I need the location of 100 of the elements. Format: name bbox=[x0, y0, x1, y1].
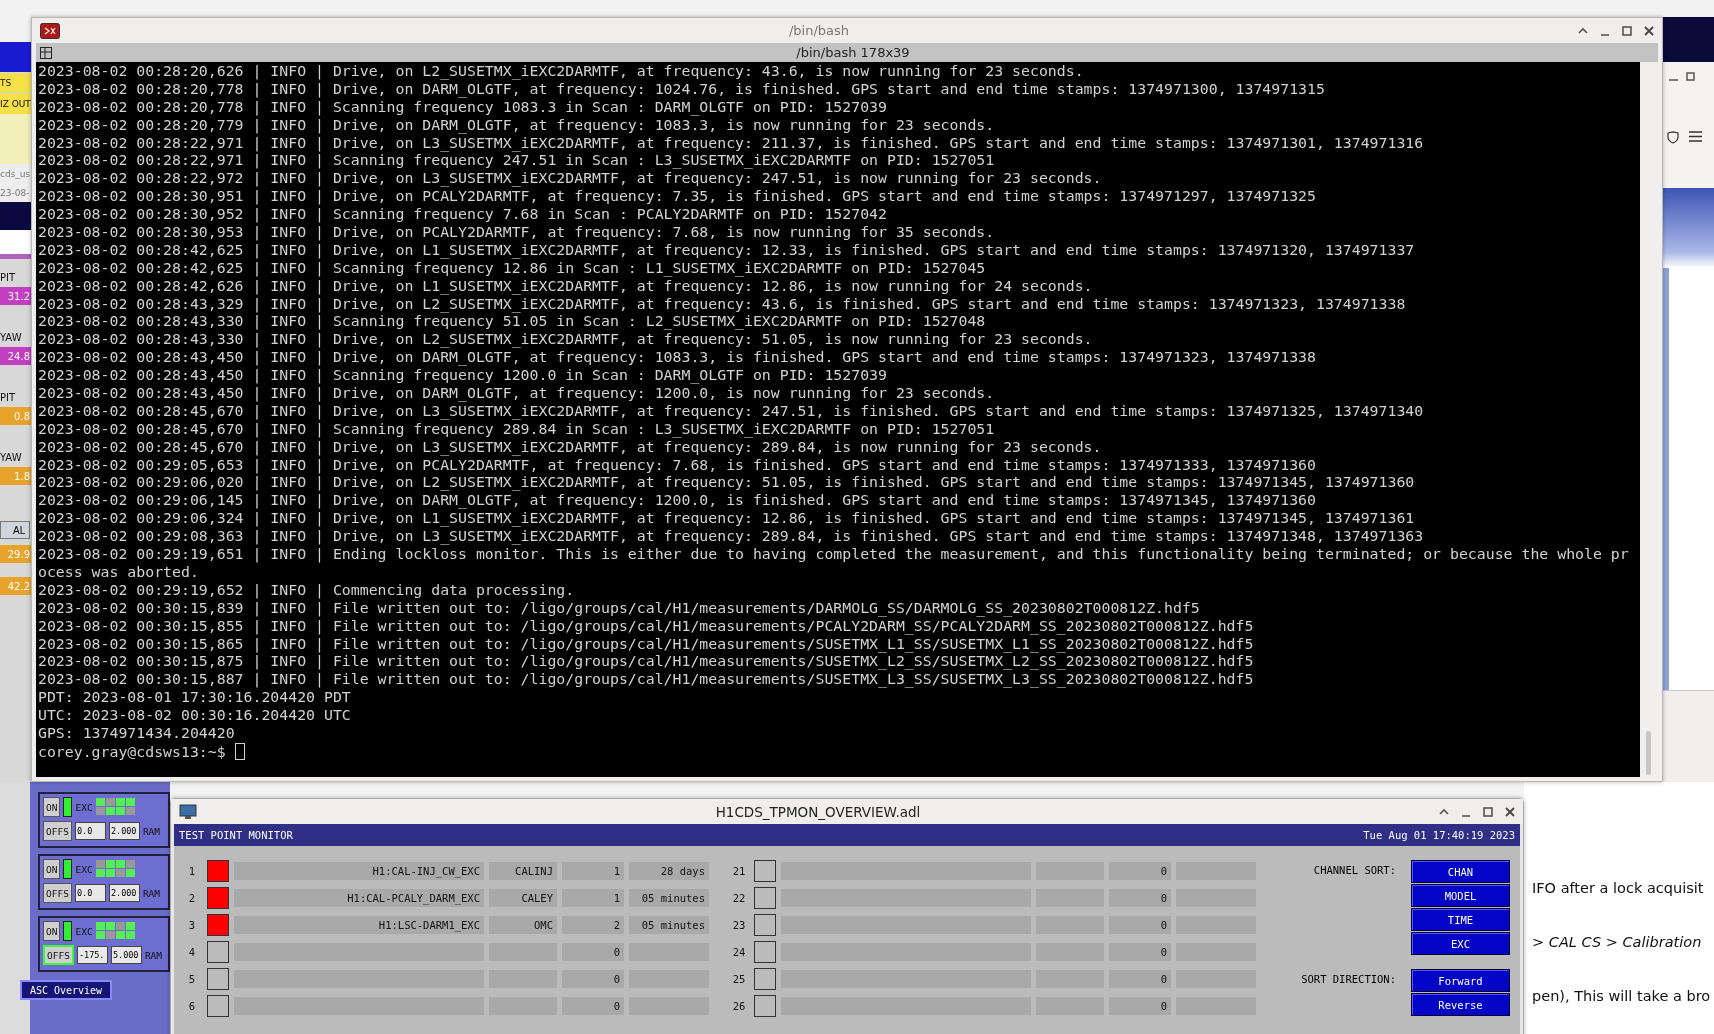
exc-label: EXC bbox=[75, 801, 93, 813]
terminal-line: ocess was aborted. bbox=[38, 562, 199, 581]
terminal-line: 2023-08-02 00:28:43,450 | INFO | Drive, on DARM_OLGTF, at frequency: 1083.3, is finished. GPS start and end time stamps: 1374971323, 1374971338 bbox=[38, 348, 1316, 367]
ramp-field[interactable]: 5.000 bbox=[110, 946, 142, 964]
status-bar bbox=[0, 202, 31, 230]
sort-button[interactable]: EXC bbox=[1411, 932, 1510, 955]
terminal-line: 2023-08-02 00:28:22,971 | INFO | Scanning frequency 247.51 in Scan : L3_SUSETMX_iEXC2DARMTF on PID: 1527051 bbox=[38, 151, 995, 170]
align-button[interactable]: AL bbox=[0, 521, 30, 539]
led-grid-icon bbox=[95, 922, 136, 940]
terminal-line: 2023-08-02 00:28:42,625 | INFO | Scanning frequency 12.86 in Scan : L1_SUSETMX_iEXC2DARMTF on PID: 1527045 bbox=[38, 258, 986, 277]
terminal-line: GPS: 1374971434.204420 bbox=[38, 723, 235, 742]
offset-field[interactable]: 0.0 bbox=[74, 884, 106, 902]
terminal-line: 2023-08-02 00:28:43,330 | INFO | Drive, on L2_SUSETMX_iEXC2DARMTF, at frequency: 51.05, is now running for 23 seconds. bbox=[38, 330, 1093, 349]
desktop-panel bbox=[1663, 17, 1714, 62]
tab-grid-icon[interactable] bbox=[40, 46, 52, 59]
value-readout: 29.9 bbox=[0, 545, 31, 563]
axis-label: PIT bbox=[0, 390, 17, 405]
value-readout: 42.2 bbox=[0, 577, 31, 595]
on-button[interactable]: ON bbox=[43, 921, 61, 941]
row-number: 2 bbox=[187, 892, 197, 904]
close-icon[interactable] bbox=[1505, 806, 1515, 817]
offset-field[interactable]: -175. bbox=[76, 946, 108, 964]
value-readout: 1.8 bbox=[0, 467, 31, 485]
maximize-icon[interactable] bbox=[1686, 72, 1695, 81]
terminal-line: 2023-08-02 00:30:15,839 | INFO | File written out to: /ligo/groups/cal/H1/measurements/DARMOLG_SS/DARMOLG_SS_20230802T000812Z.hdf5 bbox=[38, 598, 1200, 617]
blank-panel bbox=[0, 230, 31, 254]
model-cell: CALINJ bbox=[489, 862, 557, 880]
offset-field[interactable]: 0.0 bbox=[74, 822, 106, 840]
count-cell: 0 bbox=[1109, 889, 1171, 907]
count-cell: 0 bbox=[562, 943, 624, 961]
terminal-line: 2023-08-02 00:28:20,778 | INFO | Drive, on DARM_OLGTF, at frequency: 1024.76, is finished. GPS start and end time stamps: 1374971300, 1374971315 bbox=[38, 79, 1325, 98]
row-number: 1 bbox=[187, 865, 197, 877]
channel-cell: H1:CAL-INJ_CW_EXC bbox=[234, 862, 484, 880]
direction-button[interactable]: Forward bbox=[1411, 969, 1510, 992]
terminal-line: 2023-08-02 00:28:30,953 | INFO | Drive, on PCALY2DARMTF, at frequency: 7.68, is now running for 35 seconds. bbox=[38, 223, 995, 241]
row-number: 21 bbox=[731, 865, 747, 877]
row-number: 25 bbox=[731, 973, 747, 985]
on-button[interactable]: ON bbox=[43, 859, 61, 879]
offset-button[interactable]: OFFS bbox=[43, 821, 72, 841]
terminal-tab-title: /bin/bash 178x39 bbox=[795, 45, 911, 60]
collapse-icon[interactable] bbox=[1439, 808, 1449, 815]
ramp-label: RAM bbox=[142, 887, 161, 899]
terminal-line: 2023-08-02 00:28:22,971 | INFO | Drive, on L3_SUSETMX_iEXC2DARMTF, at frequency: 211.37, is finished. GPS start and end time stamps: 1374971301, 1374971316 bbox=[38, 133, 1424, 152]
terminal-line: 2023-08-02 00:28:43,330 | INFO | Scanning frequency 51.05 in Scan : L2_SUSETMX_iEXC2DARMTF on PID: 1527048 bbox=[38, 312, 986, 331]
exc-label: EXC bbox=[75, 863, 93, 875]
maximize-icon[interactable] bbox=[1483, 806, 1493, 817]
collapse-icon[interactable] bbox=[1578, 27, 1588, 34]
scrollbar-thumb[interactable] bbox=[1646, 731, 1651, 775]
sort-label: CHANNEL SORT: bbox=[1312, 863, 1396, 878]
count-cell: 2 bbox=[562, 916, 624, 934]
terminal-line: 2023-08-02 00:28:43,329 | INFO | Drive, on L2_SUSETMX_iEXC2DARMTF, at frequency: 43.6, is finished. GPS start and end time stamps: 1374971323, 1374971338 bbox=[38, 294, 1406, 313]
channel-cell: H1:LSC-DARM1_EXC bbox=[234, 916, 484, 934]
terminal-line: 2023-08-02 00:30:15,875 | INFO | File written out to: /ligo/groups/cal/H1/measurements/SUSETMX_L2_SS/SUSETMX_L2_SS_20230802T000812Z.hdf5 bbox=[38, 652, 1254, 671]
on-button[interactable]: ON bbox=[43, 797, 61, 817]
panel-title: TEST POINT MONITOR bbox=[179, 829, 293, 841]
info-text: 23-08- bbox=[0, 183, 31, 202]
row-number: 22 bbox=[731, 892, 747, 904]
count-cell: 1 bbox=[562, 889, 624, 907]
offset-button[interactable]: OFFS bbox=[43, 883, 72, 903]
value-readout: 31.2 bbox=[0, 287, 31, 305]
axis-label: YAW bbox=[0, 330, 23, 345]
terminal-line: 2023-08-02 00:29:06,020 | INFO | Drive, on L2_SUSETMX_iEXC2DARMTF, at frequency: 51.05, is finished. GPS start and end time stamps: 1374971345, 1374971360 bbox=[38, 473, 1415, 492]
time-cell: 28 days bbox=[629, 862, 709, 880]
terminal-line: 2023-08-02 00:28:45,670 | INFO | Drive, on L3_SUSETMX_iEXC2DARMTF, at frequency: 247.51, is finished. GPS start and end time stamps: 1374971325, 1374971340 bbox=[38, 401, 1424, 420]
sort-button[interactable]: CHAN bbox=[1411, 860, 1510, 883]
terminal-line: 2023-08-02 00:30:15,887 | INFO | File written out to: /ligo/groups/cal/H1/measurements/SUSETMX_L3_SS/SUSETMX_L3_SS_20230802T000812Z.hdf5 bbox=[38, 670, 1254, 689]
sort-button[interactable]: TIME bbox=[1411, 908, 1510, 931]
shield-icon[interactable] bbox=[1667, 131, 1679, 144]
terminal-line: 2023-08-02 00:29:19,652 | INFO | Commencing data processing. bbox=[38, 580, 575, 599]
maximize-icon[interactable] bbox=[1622, 25, 1632, 36]
window-title: /bin/bash bbox=[787, 23, 851, 38]
terminal-line: PDT: 2023-08-01 17:30:16.204420 PDT bbox=[38, 688, 351, 707]
axis-label: PIT bbox=[0, 270, 17, 285]
divider-bar bbox=[0, 254, 31, 259]
terminal-line: 2023-08-02 00:28:43,450 | INFO | Drive, on DARM_OLGTF, at frequency: 1200.0, is now running for 23 seconds. bbox=[38, 384, 995, 403]
status-tag: IZ OUT bbox=[0, 94, 31, 114]
model-cell: OMC bbox=[489, 916, 557, 934]
ramp-field[interactable]: 2.000 bbox=[108, 884, 140, 902]
info-text: cds_us bbox=[0, 164, 31, 183]
ramp-label: RAM bbox=[144, 949, 163, 961]
terminal-line: 2023-08-02 00:29:05,653 | INFO | Drive, on PCALY2DARMTF, at frequency: 7.68, is finished. GPS start and end time stamps: 1374971333, 1374971360 bbox=[38, 455, 1316, 474]
row-number: 26 bbox=[731, 1000, 747, 1012]
terminal-line: 2023-08-02 00:29:19,651 | INFO | Ending lockloss monitor. This is either due to having completed the measurement, and this functionality being terminated; or because the whole pr bbox=[38, 545, 1629, 564]
overview-button[interactable]: ASC Overview bbox=[20, 980, 112, 1000]
menu-icon[interactable] bbox=[1689, 131, 1702, 142]
sort-button[interactable]: MODEL bbox=[1411, 884, 1510, 907]
count-cell: 1 bbox=[562, 862, 624, 880]
row-number: 6 bbox=[187, 1000, 197, 1012]
close-icon[interactable] bbox=[1644, 25, 1654, 36]
ramp-field[interactable]: 2.000 bbox=[108, 822, 140, 840]
direction-button[interactable]: Reverse bbox=[1411, 993, 1510, 1016]
text-cursor bbox=[234, 742, 245, 760]
terminal-line: 2023-08-02 00:28:42,626 | INFO | Drive, on L1_SUSETMX_iEXC2DARMTF, at frequency: 12.86, is now running for 24 seconds. bbox=[38, 276, 1093, 295]
count-cell: 0 bbox=[562, 970, 624, 988]
terminal-line: 2023-08-02 00:28:45,670 | INFO | Scanning frequency 289.84 in Scan : L3_SUSETMX_iEXC2DARMTF on PID: 1527051 bbox=[38, 419, 995, 438]
header-bar bbox=[0, 42, 31, 72]
terminal-line: 2023-08-02 00:28:22,972 | INFO | Drive, on L3_SUSETMX_iEXC2DARMTF, at frequency: 247.51, is now running for 23 seconds. bbox=[38, 169, 1102, 188]
row-number: 5 bbox=[187, 973, 197, 985]
offset-button[interactable]: OFFS bbox=[43, 945, 74, 965]
on-indicator bbox=[63, 859, 73, 879]
